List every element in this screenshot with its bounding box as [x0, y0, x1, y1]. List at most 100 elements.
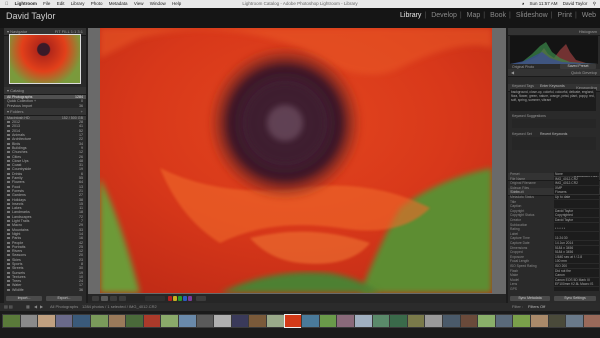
metadata-value[interactable]: David Taylor — [554, 208, 599, 213]
filmstrip-thumbnail[interactable] — [354, 314, 373, 328]
filmstrip-thumbnail[interactable] — [406, 314, 426, 328]
metadata-value[interactable]: 11:24:30 — [554, 236, 599, 241]
keyword-set-dropdown[interactable]: Recent Keywords — [540, 132, 567, 136]
filmstrip-thumbnail[interactable] — [160, 314, 180, 328]
metadata-value[interactable]: * * * * * — [554, 227, 599, 232]
color-label-blue[interactable] — [183, 296, 187, 301]
quick-develop-preset[interactable]: Saved Preset — [560, 64, 596, 69]
sync-metadata-button[interactable]: Sync Metadata — [510, 296, 550, 301]
filmstrip-thumbnail[interactable] — [2, 314, 21, 328]
back-arrow-icon[interactable]: ◀ — [34, 303, 37, 311]
metadata-value[interactable]: ISO 200 — [554, 264, 599, 268]
metadata-value[interactable] — [554, 204, 599, 209]
grid-icon[interactable]: ▦ — [26, 303, 30, 311]
metadata-value[interactable]: IMG_4012.CR2 — [554, 176, 599, 181]
metadata-value[interactable] — [554, 231, 599, 236]
catalog-header[interactable]: ▾ Catalog — [4, 87, 86, 95]
filmstrip-thumbnail[interactable] — [459, 314, 479, 328]
histogram-header[interactable]: Histogram — [508, 28, 600, 36]
metadata-value[interactable]: Canon — [554, 273, 599, 278]
filmstrip-breadcrumb[interactable]: All Photographs — [50, 303, 78, 311]
keyword-suggestion-grid[interactable] — [512, 119, 596, 128]
module-develop[interactable]: Develop — [431, 12, 457, 19]
metadata-value[interactable]: 5184 x 3456 — [554, 245, 599, 250]
forward-arrow-icon[interactable]: ▶ — [40, 303, 43, 311]
color-label-red[interactable] — [168, 296, 172, 301]
filmstrip-thumbnail[interactable] — [301, 314, 321, 328]
filmstrip-thumbnail[interactable] — [336, 314, 356, 328]
filmstrip-thumbnail[interactable] — [371, 314, 391, 328]
filmstrip-thumbnail[interactable] — [90, 314, 109, 328]
metadata-value[interactable]: Copyrighted — [554, 213, 599, 218]
sync-settings-button[interactable]: Sync Settings — [554, 296, 596, 301]
filmstrip-thumbnail[interactable] — [107, 314, 127, 328]
grid-view-icon[interactable] — [92, 296, 99, 301]
metadata-value[interactable]: Canon EOS 5D Mark III — [554, 277, 599, 282]
import-button[interactable]: Import... — [6, 296, 42, 301]
filmstrip-thumbnail[interactable] — [195, 314, 215, 328]
metadata-value[interactable] — [554, 199, 599, 204]
search-icon[interactable]: ⚲ — [593, 0, 596, 8]
module-print[interactable]: Print — [558, 12, 572, 19]
metadata-value[interactable]: None — [554, 172, 599, 176]
menu-file[interactable]: File — [43, 0, 50, 8]
metadata-value[interactable]: 1/640 sec at f / 2.8 — [554, 254, 599, 259]
menu-view[interactable]: View — [134, 0, 144, 8]
filmstrip-thumbnail[interactable] — [512, 314, 532, 328]
metadata-value[interactable]: 100 mm — [554, 259, 599, 264]
metadata-value[interactable]: Did not fire — [554, 268, 599, 273]
color-label-yellow[interactable] — [173, 296, 177, 301]
keyword-set-grid[interactable] — [512, 137, 596, 150]
filmstrip-thumbnail[interactable] — [72, 314, 92, 328]
main-photo[interactable] — [100, 28, 492, 293]
filmstrip-thumbnail[interactable] — [178, 314, 197, 328]
filmstrip-thumbnail[interactable] — [54, 314, 74, 328]
rotate-icon[interactable] — [196, 296, 206, 301]
navigator-preview[interactable] — [9, 34, 81, 84]
filmstrip-thumbnail[interactable] — [547, 314, 567, 328]
filmstrip-thumbnail[interactable] — [477, 314, 497, 328]
loupe-view-icon[interactable] — [101, 296, 108, 301]
menu-app[interactable]: Lightroom — [15, 0, 37, 8]
menu-window[interactable]: Window — [150, 0, 166, 8]
menu-photo[interactable]: Photo — [91, 0, 103, 8]
metadata-value[interactable] — [554, 222, 599, 227]
metadata-value[interactable]: 5184 x 3456 — [554, 250, 599, 255]
filmstrip-thumbnail[interactable] — [565, 314, 585, 328]
keyword-text-area[interactable]: background, close-up, colorful, colourfu… — [510, 89, 596, 111]
export-button[interactable]: Export... — [46, 296, 82, 301]
filter-dropdown[interactable]: Filters Off — [528, 303, 545, 311]
second-window-icon[interactable]: ▤ ▤ — [4, 303, 13, 311]
filmstrip-thumbnail[interactable] — [318, 314, 338, 328]
color-label-green[interactable] — [178, 296, 182, 301]
filmstrip-thumbnail[interactable] — [266, 314, 285, 328]
filmstrip-thumbnail[interactable] — [582, 314, 600, 328]
filmstrip-thumbnail[interactable] — [494, 314, 514, 328]
rating-stars-icon[interactable] — [145, 296, 165, 301]
user-menu[interactable]: David Taylor — [563, 0, 588, 8]
folders-header[interactable]: ▾ Folders + — [4, 107, 86, 116]
clock[interactable]: Sun 11:57 AM — [530, 0, 558, 8]
folder-row[interactable]: Wildlife 36 — [4, 288, 86, 292]
quick-develop-header[interactable]: ◀ Quick Develop — [508, 69, 600, 77]
filmstrip-thumbnail[interactable] — [389, 314, 409, 328]
keyword-tags-dropdown[interactable]: Enter Keywords — [540, 84, 565, 88]
filmstrip-thumbnail[interactable] — [230, 314, 250, 328]
module-map[interactable]: Map — [467, 12, 481, 19]
metadata-value[interactable]: David Taylor — [554, 218, 599, 222]
wifi-icon[interactable]: ◕ — [522, 0, 525, 8]
metadata-value[interactable]: IMG_4012.CR2 — [554, 181, 599, 186]
menu-metadata[interactable]: Metadata — [109, 0, 128, 8]
metadata-value[interactable]: EF100mm f/2.8L Macro IS USM — [554, 282, 599, 287]
filmstrip-thumbnail[interactable] — [424, 314, 444, 328]
module-slideshow[interactable]: Slideshow — [516, 12, 548, 19]
metadata-value[interactable]: Up to date — [554, 195, 599, 199]
filmstrip-thumbnail[interactable] — [19, 314, 39, 328]
color-label-purple[interactable] — [188, 296, 192, 301]
menu-library[interactable]: Library — [71, 0, 85, 8]
metadata-value[interactable]: XMP — [554, 185, 599, 190]
metadata-value[interactable]: 14 Jun 2014 — [554, 241, 599, 245]
filmstrip-thumbnail[interactable] — [125, 314, 145, 328]
menu-edit[interactable]: Edit — [57, 0, 65, 8]
filmstrip-thumbnail[interactable] — [283, 314, 303, 328]
